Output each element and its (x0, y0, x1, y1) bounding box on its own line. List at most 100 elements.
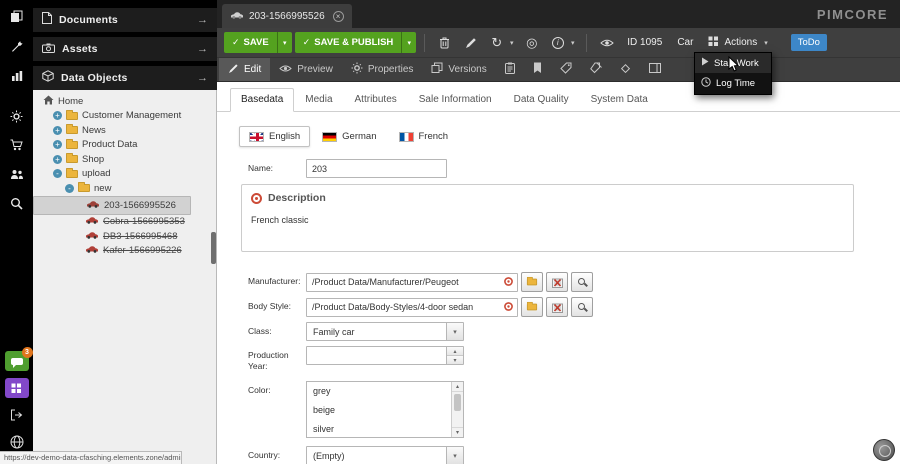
delete-button[interactable] (433, 32, 456, 54)
tab-dependencies[interactable] (611, 58, 640, 81)
color-multiselect[interactable]: grey beige silver (306, 381, 464, 438)
tab-layout[interactable] (640, 58, 670, 81)
menu-item-start-work[interactable]: Start Work (695, 53, 771, 73)
spinner-up-icon[interactable] (447, 347, 463, 356)
expand-icon[interactable] (53, 111, 62, 120)
preview-eye-button[interactable] (595, 32, 618, 54)
name-input[interactable] (306, 159, 447, 178)
tab-object-203[interactable]: 203-1566995526 (222, 4, 352, 28)
tab-media[interactable]: Media (294, 88, 343, 112)
tab-versions[interactable]: Versions (422, 58, 495, 81)
logout-icon[interactable] (5, 405, 29, 425)
apps-icon[interactable] (5, 378, 29, 398)
chevron-down-icon[interactable] (446, 447, 463, 464)
tree-item-customer-management[interactable]: Customer Management (33, 109, 216, 124)
spinner-down-icon[interactable] (447, 356, 463, 364)
tab-preview[interactable]: Preview (270, 58, 342, 81)
tab-data-quality[interactable]: Data Quality (503, 88, 580, 112)
expand-icon[interactable] (53, 155, 62, 164)
save-publish-dropdown-arrow[interactable] (401, 32, 416, 53)
tree-item-203[interactable]: 203-1566995526 (33, 196, 191, 215)
body-style-remove-button[interactable] (546, 297, 568, 317)
color-option-beige[interactable]: beige (307, 401, 463, 420)
info-dropdown-arrow[interactable] (567, 32, 578, 54)
tab-lang-french[interactable]: French (389, 126, 459, 147)
body-style-open-button[interactable] (521, 297, 543, 317)
body-style-input[interactable] (306, 298, 518, 317)
tab-system-data[interactable]: System Data (580, 88, 659, 112)
save-publish-button[interactable]: SAVE & PUBLISH (295, 32, 417, 53)
globe-icon[interactable] (5, 432, 29, 452)
tab-schedule[interactable] (496, 58, 524, 81)
expand-icon[interactable] (53, 140, 62, 149)
manufacturer-input[interactable] (306, 273, 518, 292)
tab-basedata[interactable]: Basedata (230, 88, 294, 112)
tree-item-new[interactable]: new (33, 181, 216, 196)
rename-button[interactable] (459, 32, 482, 54)
gear-icon[interactable] (5, 106, 29, 126)
body-style-search-button[interactable] (571, 297, 593, 317)
sidebar-section-assets[interactable]: Assets (33, 37, 217, 61)
editor-tabstrip: 203-1566995526 PIMCORE (217, 0, 900, 28)
users-icon[interactable] (5, 164, 29, 184)
tree-item-shop[interactable]: Shop (33, 152, 216, 167)
tab-attributes[interactable]: Attributes (344, 88, 408, 112)
scroll-down-icon[interactable] (452, 427, 463, 437)
close-icon[interactable] (333, 11, 344, 22)
chat-icon[interactable]: 3 (5, 351, 29, 371)
tree-item-news[interactable]: News (33, 123, 216, 138)
description-text[interactable]: French classic (242, 209, 853, 251)
scroll-thumb[interactable] (454, 394, 461, 411)
actions-button[interactable]: Actions (702, 32, 773, 54)
tab-tag-config[interactable] (581, 58, 611, 81)
tree-item-kafer[interactable]: Kafer-1566995226 (33, 244, 216, 259)
save-button[interactable]: SAVE (224, 32, 292, 53)
panel-splitter-handle[interactable] (211, 232, 216, 264)
files-icon[interactable] (5, 6, 29, 26)
sidebar-section-documents[interactable]: Documents (33, 8, 217, 32)
chart-icon[interactable] (5, 66, 29, 86)
reload-dropdown-arrow[interactable] (506, 32, 517, 54)
sidebar-section-data-objects[interactable]: Data Objects (33, 66, 217, 90)
chevron-down-icon[interactable] (446, 323, 463, 340)
tab-sale-information[interactable]: Sale Information (408, 88, 503, 112)
collapse-icon[interactable] (65, 184, 74, 193)
tree-item-product-data[interactable]: Product Data (33, 138, 216, 153)
manufacturer-remove-button[interactable] (546, 272, 568, 292)
reload-button[interactable] (485, 32, 508, 54)
class-select[interactable]: Family car (306, 322, 464, 341)
tab-notes-events[interactable] (524, 58, 551, 81)
country-select[interactable]: (Empty) (306, 446, 464, 464)
wrench-icon[interactable] (5, 36, 29, 56)
tree-item-db3[interactable]: DB3-1566995468 (33, 229, 216, 244)
tab-edit[interactable]: Edit (219, 58, 270, 81)
tab-lang-german[interactable]: German (312, 126, 386, 147)
info-button[interactable] (546, 32, 569, 54)
search-icon[interactable] (5, 193, 29, 213)
tree-item-upload[interactable]: upload (33, 167, 216, 182)
locate-in-tree-button[interactable] (520, 32, 543, 54)
manufacturer-open-button[interactable] (521, 272, 543, 292)
status-url-tooltip: https://dev-demo-data-cfasching.elements… (0, 451, 182, 464)
tab-tags[interactable] (551, 58, 581, 81)
tab-properties[interactable]: Properties (342, 58, 423, 81)
object-editor: Basedata Media Attributes Sale Informati… (217, 82, 900, 464)
color-option-grey[interactable]: grey (307, 382, 463, 401)
production-year-spinner[interactable] (306, 346, 464, 365)
arrow-right-icon (197, 14, 208, 26)
detail-tabbar: Edit Preview Properties Versions (217, 58, 900, 82)
expand-icon[interactable] (53, 126, 62, 135)
floating-helper-button[interactable] (873, 439, 895, 461)
tree-item-home[interactable]: Home (33, 94, 216, 109)
save-dropdown-arrow[interactable] (277, 32, 292, 53)
scroll-up-icon[interactable] (452, 382, 463, 392)
scrollbar[interactable] (451, 382, 463, 437)
collapse-icon[interactable] (53, 169, 62, 178)
tree-item-cobra[interactable]: Cobra-1566995353 (33, 215, 216, 230)
french-flag-icon (399, 132, 414, 142)
color-option-silver[interactable]: silver (307, 420, 463, 438)
cart-icon[interactable] (5, 135, 29, 155)
manufacturer-search-button[interactable] (571, 272, 593, 292)
tab-lang-english[interactable]: English (239, 126, 310, 147)
menu-item-log-time[interactable]: Log Time (695, 73, 771, 94)
